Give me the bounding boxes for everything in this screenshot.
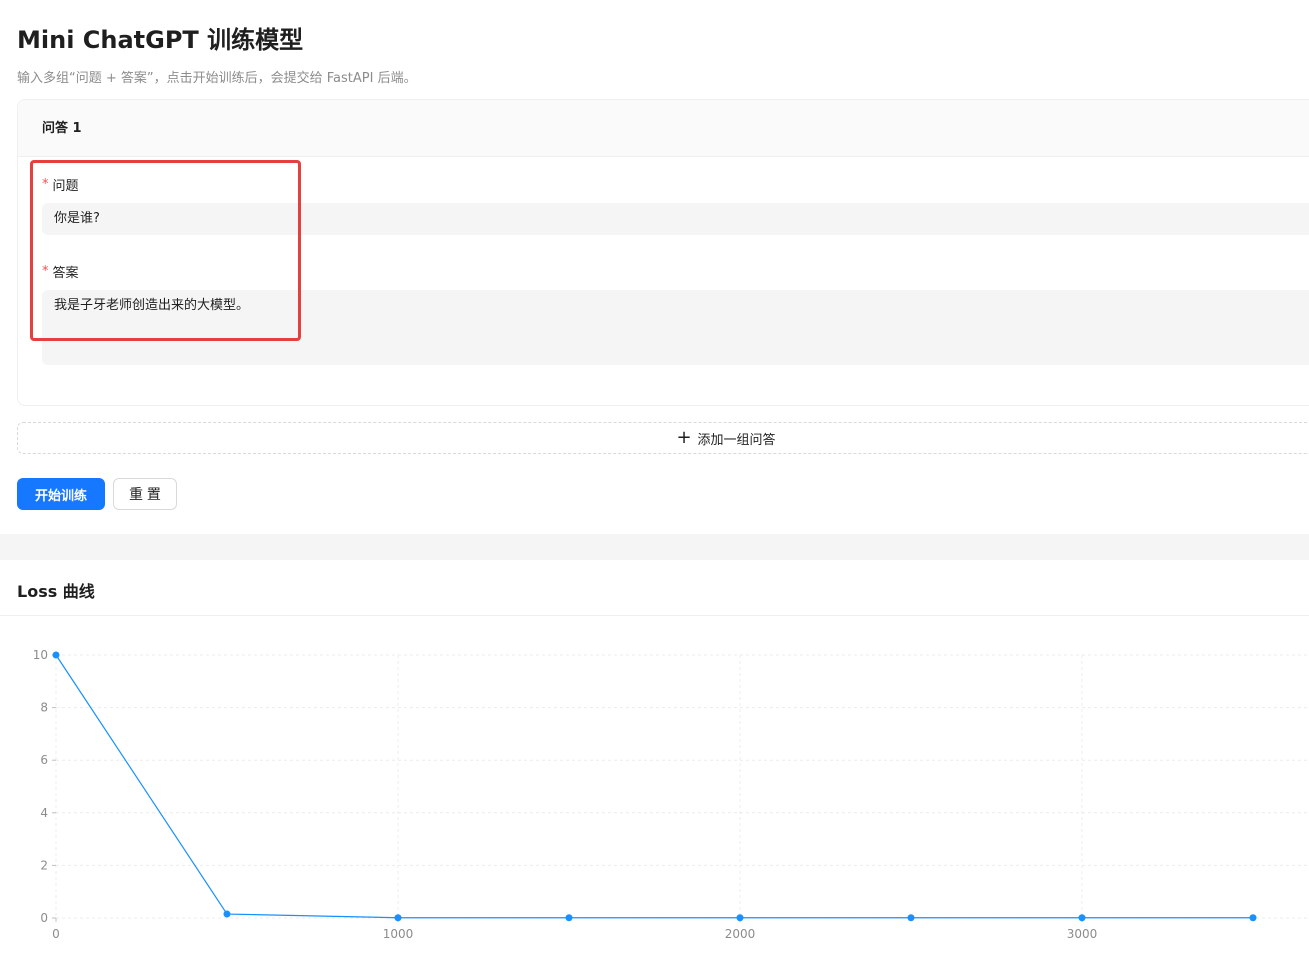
qa-card-title: 问答 1 — [18, 100, 1309, 157]
loss-point — [1249, 914, 1257, 922]
loss-point — [1078, 914, 1086, 922]
y-tick-label: 10 — [33, 648, 48, 662]
loss-point — [52, 651, 60, 659]
start-training-button[interactable]: 开始训练 — [17, 478, 105, 510]
add-qa-label: 添加一组问答 — [697, 432, 776, 448]
y-tick-label: 6 — [40, 753, 48, 767]
question-input[interactable]: 你是谁? — [42, 203, 1309, 235]
loss-point — [736, 914, 744, 922]
section-divider — [0, 534, 1309, 560]
reset-button[interactable]: 重 置 — [113, 478, 177, 510]
x-tick-label: 3000 — [1067, 927, 1098, 941]
answer-label: * 答案 — [42, 262, 79, 281]
y-tick-label: 2 — [40, 858, 48, 872]
answer-textarea[interactable]: 我是子牙老师创造出来的大模型。 — [42, 290, 1309, 365]
question-label-text: 问题 — [52, 179, 79, 194]
y-tick-label: 8 — [40, 701, 48, 715]
answer-label-text: 答案 — [52, 266, 79, 281]
y-tick-label: 4 — [40, 806, 48, 820]
loss-point — [394, 914, 402, 922]
question-label: * 问题 — [42, 175, 79, 194]
x-tick-label: 1000 — [383, 927, 414, 941]
x-tick-label: 0 — [52, 927, 60, 941]
x-tick-label: 2000 — [725, 927, 756, 941]
page-subtitle: 输入多组“问题 + 答案”，点击开始训练后，会提交给 FastAPI 后端。 — [17, 71, 417, 86]
qa-card: 问答 1 * 问题 你是谁? * 答案 我是子牙老师创造出来的大模型。 — [17, 99, 1309, 406]
y-tick-label: 0 — [40, 911, 48, 925]
loss-point — [565, 914, 573, 922]
add-qa-button[interactable]: + 添加一组问答 — [17, 422, 1309, 454]
required-mark: * — [42, 177, 49, 192]
page-title: Mini ChatGPT 训练模型 — [17, 26, 304, 54]
chart-title: Loss 曲线 — [17, 582, 95, 601]
loss-chart: 0 2 4 6 8 10 0 1000 2000 3000 — [33, 648, 1309, 941]
loss-point — [223, 910, 231, 918]
loss-line — [55, 654, 1253, 919]
required-mark: * — [42, 264, 49, 279]
plus-icon: + — [676, 427, 692, 448]
loss-point — [907, 914, 915, 922]
